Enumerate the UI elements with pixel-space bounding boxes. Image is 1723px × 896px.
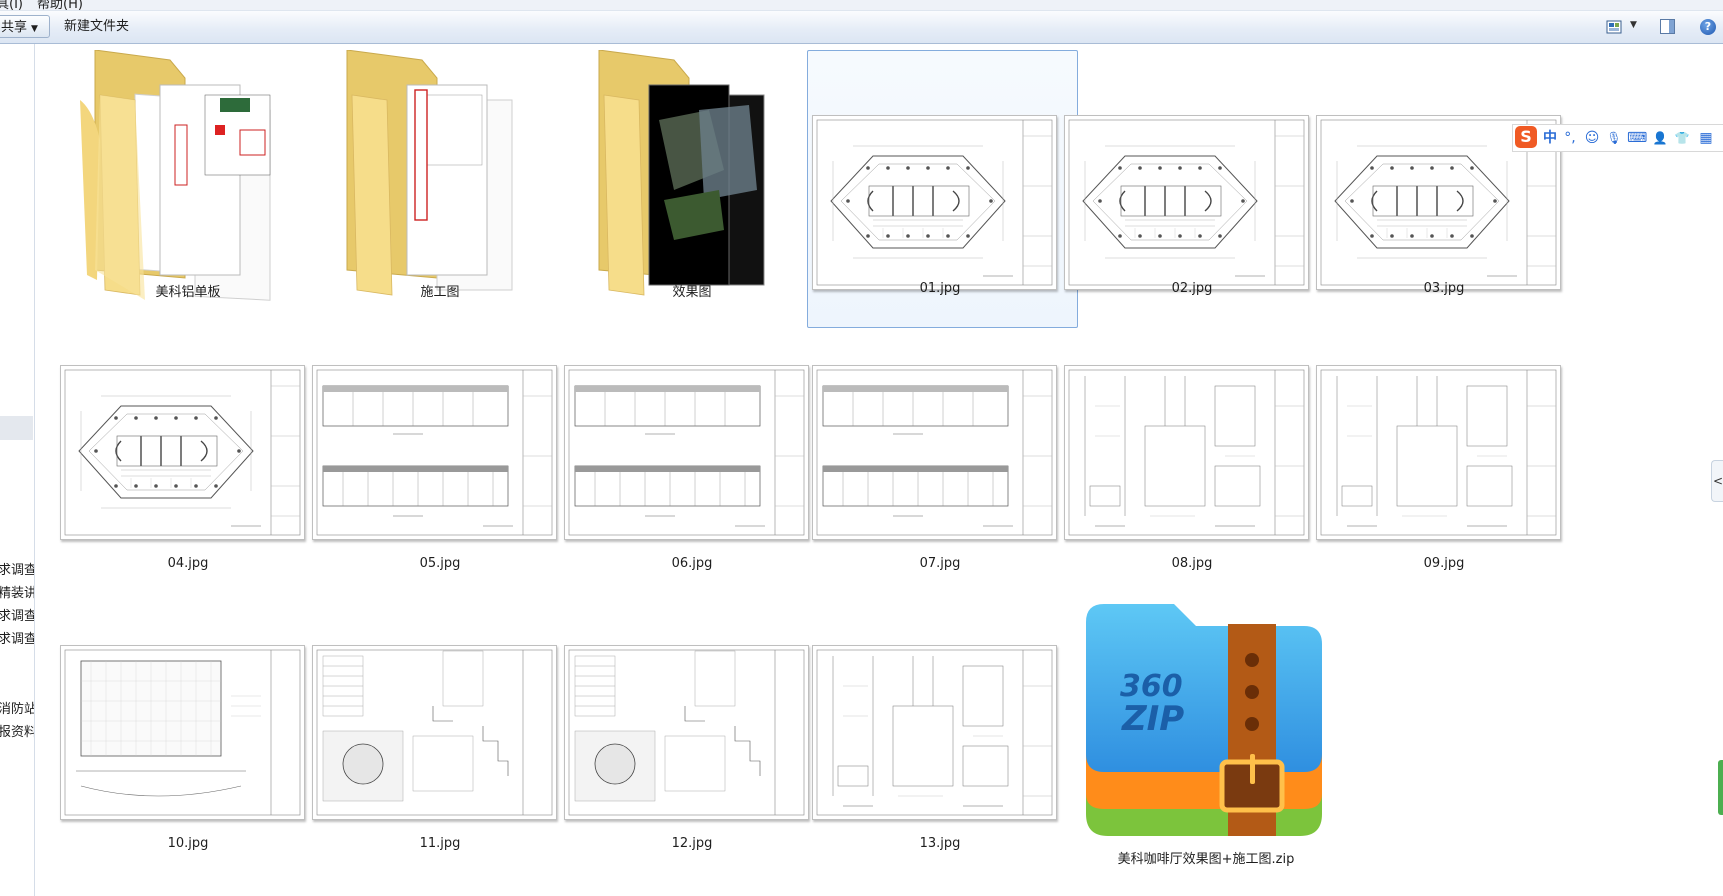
preview-pane-icon[interactable] — [1660, 19, 1675, 34]
image-file-item[interactable]: 06.jpg — [554, 324, 830, 604]
menu-help[interactable]: 帮助(H) — [37, 0, 83, 10]
nav-selected-item[interactable] — [0, 416, 33, 440]
chevron-down-icon: ▼ — [31, 24, 38, 34]
file-list: 美科铝单板 施工图 效果图 01.jpg 02.jpg 03.jpg 04.jp… — [35, 44, 1723, 896]
collapse-arrow-icon[interactable]: < — [1711, 460, 1723, 502]
folder-item[interactable]: 美科铝单板 — [50, 44, 326, 326]
emoji-icon[interactable]: ☺ — [1583, 129, 1601, 147]
item-label: 12.jpg — [671, 836, 713, 851]
ime-toolbar: S 中 °, ☺ 🎙 ⌨ 👤 👕 ▦ — [1512, 124, 1723, 152]
item-label: 08.jpg — [1171, 556, 1213, 571]
thumbnail — [312, 645, 557, 820]
thumbnail — [812, 645, 1057, 820]
zip-file-item[interactable]: 360 ZIP 美科咖啡厅效果图+施工图.zip — [1054, 604, 1330, 894]
floating-widget-edge[interactable] — [1718, 760, 1723, 815]
item-label: 04.jpg — [167, 556, 209, 571]
keyboard-icon[interactable]: ⌨ — [1627, 129, 1647, 147]
navigation-pane: 求调查 精装讲 求调查 求调查 消防站 报资料. — [0, 44, 35, 896]
item-label: 10.jpg — [167, 836, 209, 851]
help-icon[interactable]: ? — [1700, 19, 1716, 35]
image-file-item[interactable]: 09.jpg — [1306, 324, 1582, 604]
folder-icon — [346, 50, 513, 296]
thumbnail — [60, 645, 305, 820]
item-label: 13.jpg — [919, 836, 961, 851]
image-file-item[interactable]: 01.jpg — [802, 44, 1078, 328]
item-label: 美科咖啡厅效果图+施工图.zip — [1117, 852, 1295, 867]
chinese-mode-icon[interactable]: 中 — [1541, 129, 1559, 147]
command-bar: 共享 ▼ 新建文件夹 ▼ ? — [0, 11, 1723, 44]
thumbnail — [812, 115, 1057, 290]
thumbnail — [1064, 115, 1309, 290]
thumbnail — [1316, 365, 1561, 540]
image-file-item[interactable]: 12.jpg — [554, 604, 830, 884]
item-label: 07.jpg — [919, 556, 961, 571]
thumbnail — [564, 645, 809, 820]
item-label: 06.jpg — [671, 556, 713, 571]
toolbox-grid-icon[interactable]: ▦ — [1697, 129, 1715, 147]
item-label: 09.jpg — [1423, 556, 1465, 571]
thumbnail — [60, 365, 305, 540]
nav-item[interactable]: 消防站 — [0, 698, 34, 717]
menu-bar: 具(I) 帮助(H) — [0, 0, 1723, 11]
image-file-item[interactable]: 03.jpg — [1306, 44, 1582, 326]
thumbnail — [1064, 365, 1309, 540]
image-file-item[interactable]: 13.jpg — [802, 604, 1078, 884]
views-icon[interactable] — [1606, 19, 1622, 35]
microphone-icon[interactable]: 🎙 — [1605, 129, 1623, 147]
image-file-item[interactable]: 07.jpg — [802, 324, 1078, 604]
item-label: 03.jpg — [1423, 281, 1465, 296]
new-folder-button[interactable]: 新建文件夹 — [58, 15, 135, 38]
folder-icon — [598, 50, 765, 296]
image-file-item[interactable]: 05.jpg — [302, 324, 578, 604]
menu-tools[interactable]: 具(I) — [0, 0, 23, 10]
item-label: 美科铝单板 — [155, 285, 221, 300]
image-file-item[interactable]: 02.jpg — [1054, 44, 1330, 326]
zip-logo-zip: ZIP — [1121, 699, 1184, 739]
punctuation-icon[interactable]: °, — [1561, 129, 1579, 147]
thumbnail — [564, 365, 809, 540]
user-icon[interactable]: 👤 — [1651, 129, 1669, 147]
item-label: 施工图 — [420, 285, 460, 300]
sogou-logo-icon[interactable]: S — [1515, 126, 1537, 148]
share-label: 共享 — [1, 20, 28, 35]
image-file-item[interactable]: 04.jpg — [50, 324, 326, 604]
share-button[interactable]: 共享 ▼ — [0, 15, 50, 38]
item-label: 效果图 — [672, 285, 712, 300]
image-file-item[interactable]: 10.jpg — [50, 604, 326, 884]
nav-item[interactable]: 求调查 — [0, 605, 34, 624]
item-label: 11.jpg — [419, 836, 461, 851]
folder-icon — [80, 50, 271, 301]
thumbnail — [312, 365, 557, 540]
views-dropdown-icon[interactable]: ▼ — [1630, 20, 1646, 36]
zip-archive-icon: 360 ZIP — [1086, 604, 1322, 836]
nav-item[interactable]: 报资料. — [0, 721, 34, 740]
skin-icon[interactable]: 👕 — [1673, 129, 1691, 147]
folder-item[interactable]: 施工图 — [302, 44, 578, 326]
nav-item[interactable]: 求调查 — [0, 628, 34, 647]
folder-item[interactable]: 效果图 — [554, 44, 830, 326]
nav-item[interactable]: 精装讲 — [0, 582, 34, 601]
thumbnail — [812, 365, 1057, 540]
image-file-item[interactable]: 11.jpg — [302, 604, 578, 884]
image-file-item[interactable]: 08.jpg — [1054, 324, 1330, 604]
item-label: 01.jpg — [919, 281, 961, 296]
item-label: 05.jpg — [419, 556, 461, 571]
nav-item[interactable]: 求调查 — [0, 559, 34, 578]
item-label: 02.jpg — [1171, 281, 1213, 296]
